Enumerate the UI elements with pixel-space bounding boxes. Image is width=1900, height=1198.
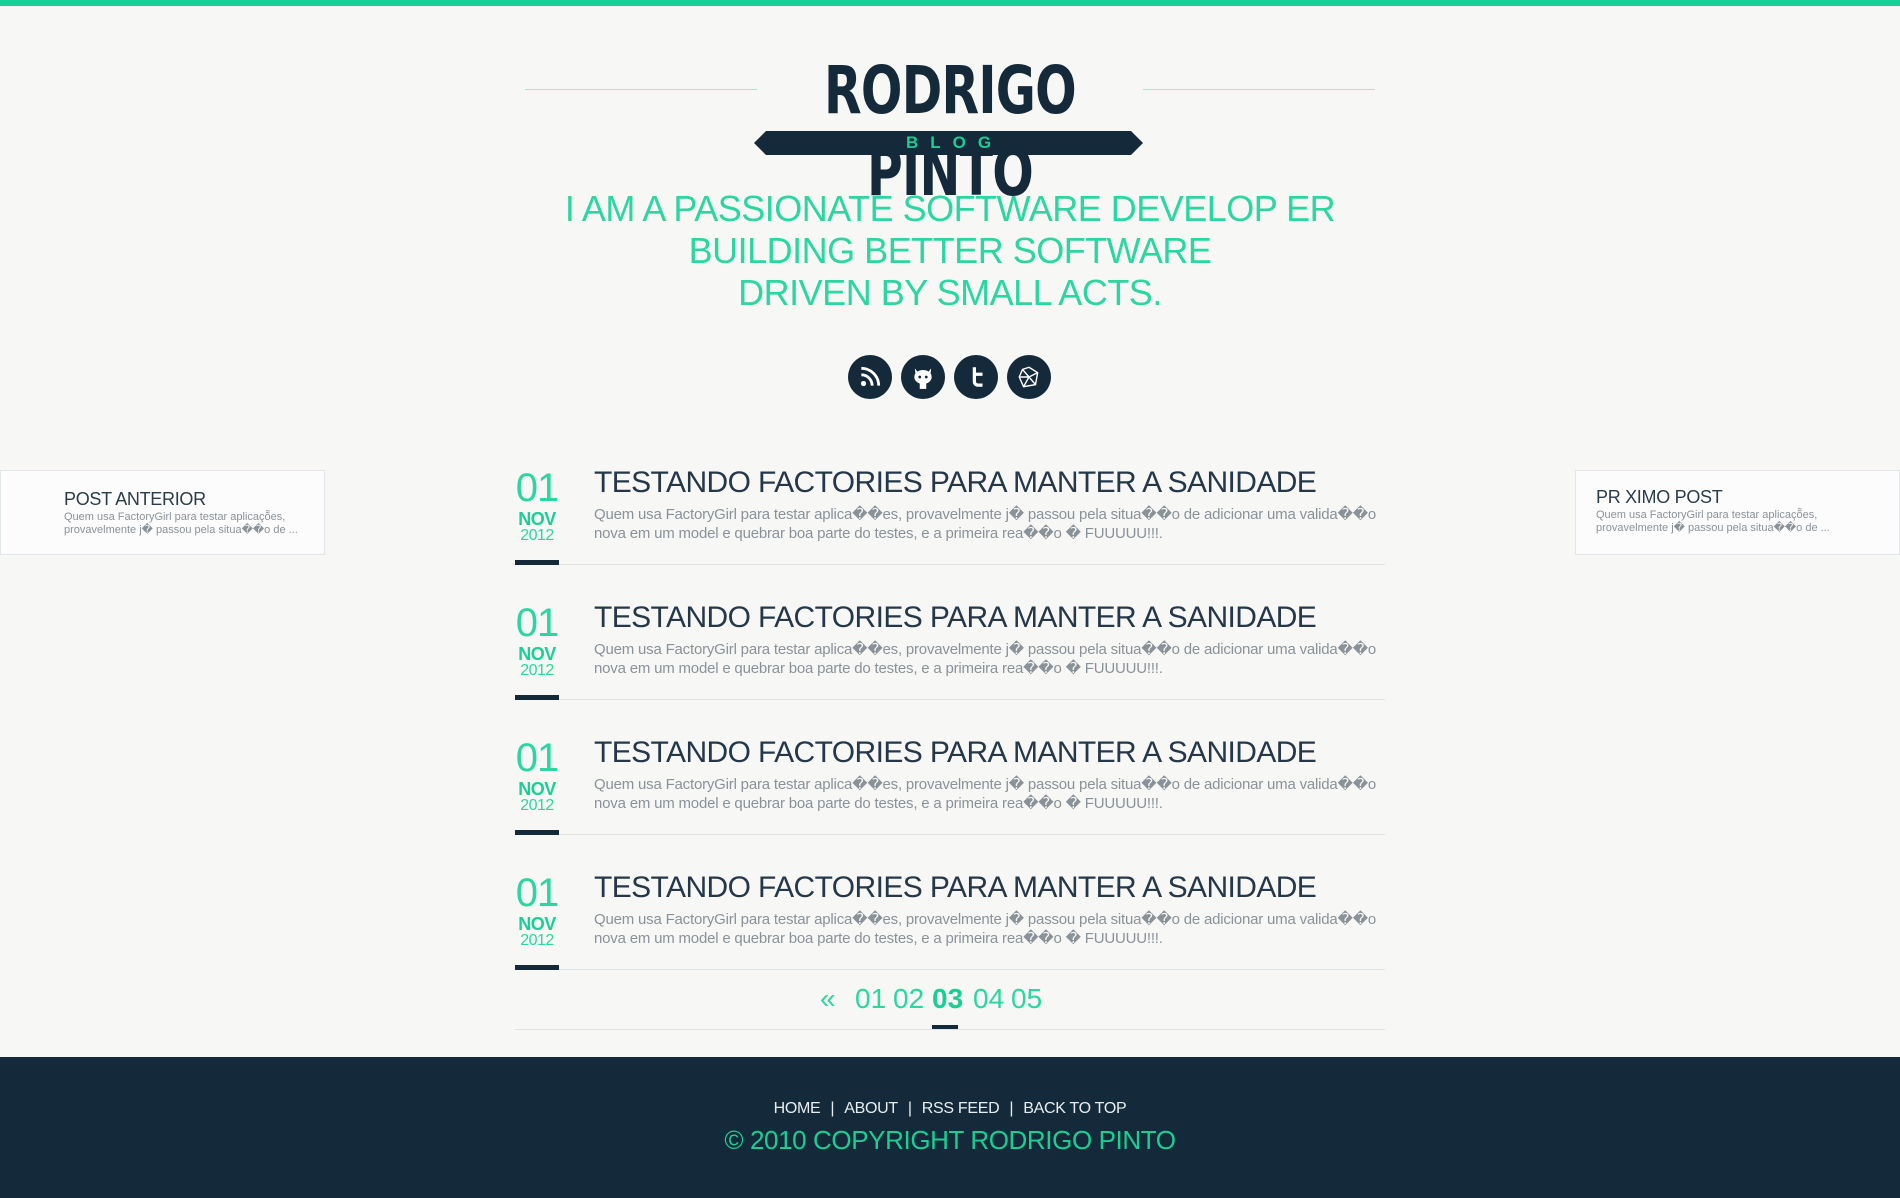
post-item: 01 NOV 2012 TESTANDO FACTORIES PARA MANT…	[515, 735, 1385, 870]
post-day: 01	[515, 601, 560, 645]
logo-divider-left	[525, 89, 757, 90]
tagline-line-2: BUILDING BETTER SOFTWARE	[688, 230, 1212, 271]
post-date-accent	[515, 965, 559, 970]
footer-nav: HOME | ABOUT | RSS FEED | BACK TO TOP	[0, 1100, 1900, 1118]
footer-separator: |	[830, 1100, 835, 1117]
pagination-page-02[interactable]: 02	[893, 984, 924, 1014]
post-year: 2012	[520, 932, 554, 949]
pagination-divider	[515, 1029, 1385, 1030]
top-accent-bar	[0, 0, 1900, 6]
post-year: 2012	[520, 662, 554, 679]
tagline-line-1: I AM A PASSIONATE SOFTWARE DEVELOP ER	[564, 188, 1336, 229]
logo-divider-right	[1143, 89, 1375, 90]
pagination-page-03-current[interactable]: 03	[932, 984, 963, 1014]
post-day: 01	[515, 466, 560, 510]
post-excerpt: Quem usa FactoryGirl para testar aplica�…	[594, 911, 1377, 947]
github-icon[interactable]	[901, 355, 945, 399]
pagination-page-01[interactable]: 01	[855, 984, 886, 1014]
footer-link-about[interactable]: ABOUT	[844, 1100, 898, 1117]
next-post-card[interactable]: PR XIMO POST Quem usa FactoryGirl para t…	[1575, 470, 1900, 555]
post-divider	[559, 699, 1385, 700]
tagline: I AM A PASSIONATE SOFTWARE DEVELOP ER BU…	[450, 188, 1450, 314]
post-date-accent	[515, 830, 559, 835]
post-day: 01	[515, 736, 560, 780]
post-date-accent	[515, 560, 559, 565]
next-post-excerpt: Quem usa FactoryGirl para testar aplicaç…	[1596, 509, 1830, 534]
pagination-page-05[interactable]: 05	[1011, 984, 1042, 1014]
post-item: 01 NOV 2012 TESTANDO FACTORIES PARA MANT…	[515, 465, 1385, 600]
tagline-line-3: DRIVEN BY SMALL ACTS.	[738, 272, 1162, 313]
post-title-link[interactable]: TESTANDO FACTORIES PARA MANTER A SANIDAD…	[594, 600, 1317, 636]
post-excerpt: Quem usa FactoryGirl para testar aplica�…	[594, 506, 1377, 542]
post-divider	[559, 834, 1385, 835]
previous-post-excerpt: Quem usa FactoryGirl para testar aplicaç…	[64, 511, 298, 536]
post-title-link[interactable]: TESTANDO FACTORIES PARA MANTER A SANIDAD…	[594, 465, 1317, 501]
site-footer: HOME | ABOUT | RSS FEED | BACK TO TOP © 2010 C…	[0, 1057, 1900, 1198]
post-excerpt: Quem usa FactoryGirl para testar aplica�…	[594, 641, 1377, 677]
post-title-link[interactable]: TESTANDO FACTORIES PARA MANTER A SANIDAD…	[594, 735, 1317, 771]
post-year: 2012	[520, 527, 554, 544]
ruby-icon[interactable]	[1007, 355, 1051, 399]
pagination-page-04[interactable]: 04	[973, 984, 1004, 1014]
next-post-title: PR XIMO POST	[1596, 487, 1723, 507]
post-date-accent	[515, 695, 559, 700]
logo-subtitle: BLOG	[905, 133, 1004, 152]
previous-post-card[interactable]: POST ANTERIOR Quem usa FactoryGirl para …	[0, 470, 325, 555]
rss-icon[interactable]	[848, 355, 892, 399]
post-year: 2012	[520, 797, 554, 814]
footer-separator: |	[907, 1100, 912, 1117]
post-divider	[559, 564, 1385, 565]
pagination-prev[interactable]: «	[820, 984, 836, 1014]
post-excerpt: Quem usa FactoryGirl para testar aplica�…	[594, 776, 1377, 812]
post-divider	[559, 969, 1385, 970]
footer-link-home[interactable]: HOME	[774, 1100, 821, 1117]
footer-link-back-to-top[interactable]: BACK TO TOP	[1023, 1100, 1126, 1117]
post-item: 01 NOV 2012 TESTANDO FACTORIES PARA MANT…	[515, 600, 1385, 735]
post-day: 01	[515, 871, 560, 915]
post-title-link[interactable]: TESTANDO FACTORIES PARA MANTER A SANIDAD…	[594, 870, 1317, 906]
copyright-text: © 2010 COPYRIGHT RODRIGO PINTO	[724, 1125, 1176, 1155]
twitter-icon[interactable]	[954, 355, 998, 399]
footer-link-rss-feed[interactable]: RSS FEED	[922, 1100, 1000, 1117]
previous-post-title: POST ANTERIOR	[64, 489, 206, 509]
footer-separator: |	[1009, 1100, 1014, 1117]
